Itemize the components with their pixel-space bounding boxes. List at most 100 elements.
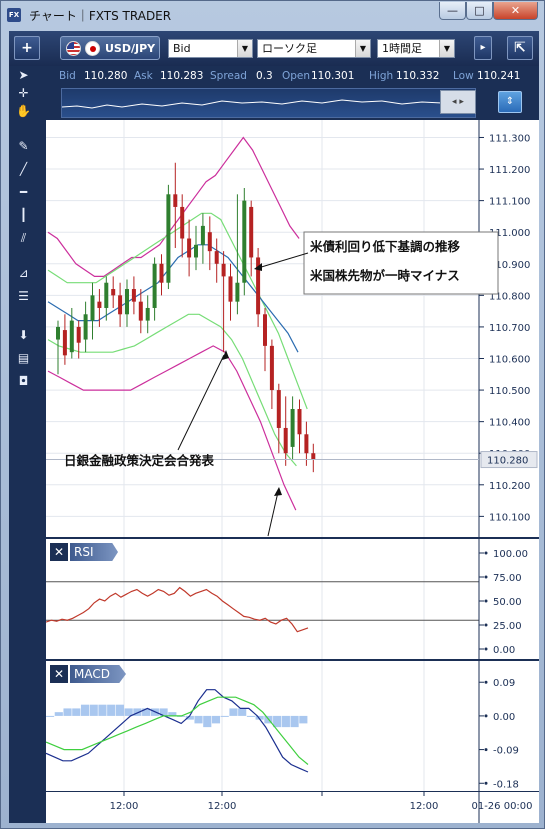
vertical-line-icon[interactable]: ┃ [15,207,32,224]
chart-window-content: + USD/JPY Bid ▼ ローソク足 ▼ 1時間足 ▼ ▸ ⇱ Bid 1… [9,31,539,823]
main-price-chart[interactable]: 111.300 111.200 111.100 111.000 110.900 110.8… [46,120,539,557]
price-tick-label: 110.500 [489,386,530,397]
candle-body [221,263,226,277]
price-type-select[interactable]: Bid ▼ [168,39,253,58]
add-chart-button[interactable]: + [14,36,40,60]
candle-body [131,289,136,302]
macd-panel-tag: ✕ MACD [50,665,130,683]
candle-body [173,194,178,207]
bollinger-lower-2sigma-line [47,345,297,511]
macd-tick-label: 0.00 [493,712,515,723]
bollinger-upper-1sigma-line [47,212,308,410]
chart-style-select[interactable]: ローソク足 ▼ [257,39,371,58]
annotation-arrow-4 [267,491,279,537]
candle-body [200,225,205,245]
horizontal-line-icon[interactable]: ━ [15,184,32,201]
candle-body [83,314,88,340]
app-logo-icon: FX [7,8,21,22]
ask-value: 110.283 [160,70,204,82]
price-tick-label: 110.200 [489,481,530,492]
spread-label: Spread [210,70,247,82]
overview-nav-buttons[interactable]: ◂ ▸ [440,90,476,114]
candle-body [152,263,157,308]
camera-icon[interactable]: ◘ [15,373,32,390]
candle-body [249,206,254,258]
pen-icon[interactable]: ✎ [15,138,32,155]
candle-body [297,409,302,435]
hand-icon[interactable]: ✋ [15,103,32,120]
open-value: 110.301 [311,70,355,82]
candle-body [311,453,316,460]
macd-histogram-bar [229,708,238,716]
timeframe-select[interactable]: 1時間足 ▼ [377,39,455,58]
close-rsi-panel-button[interactable]: ✕ [50,543,68,561]
jp-flag-icon [85,41,100,56]
macd-histogram-bar [299,715,308,724]
crosshair-icon[interactable]: ✛ [15,85,32,102]
candle-body [187,238,192,258]
low-value: 110.241 [477,70,521,82]
macd-histogram-bar [290,715,299,728]
macd-histogram-bar [281,715,290,728]
candle-body [180,206,185,239]
currency-pair-button[interactable]: USD/JPY [60,36,160,60]
macd-tick-label: -0.18 [493,779,519,790]
macd-histogram-bar [211,715,221,724]
chart-settings-button[interactable]: ⇕ [498,91,522,113]
macd-histogram-bar [194,715,203,724]
toolbar-scroll-button[interactable]: ▸ [474,36,492,60]
channel-icon[interactable]: ⫽ [15,230,32,247]
candle-body [235,282,240,302]
trendline-icon[interactable]: ╱ [15,161,32,178]
macd-histogram-bar [124,708,133,716]
timeframe-value: 1時間足 [382,42,422,55]
candle-body [76,326,81,343]
cursor-icon[interactable]: ➤ [15,67,32,84]
fan-icon[interactable]: ⊿ [15,265,32,282]
window-title: チャート｜FXTS TRADER [29,9,172,23]
rsi-tick-dot [484,551,488,555]
download-icon[interactable]: ⬇ [15,327,32,344]
detach-chart-button[interactable]: ⇱ [507,36,533,60]
close-macd-panel-button[interactable]: ✕ [50,665,68,683]
time-tick-label: 12:00 [110,801,139,812]
rsi-panel-tag: ✕ RSI [50,543,130,561]
title-bar[interactable]: FX チャート｜FXTS TRADER — □ ✕ [1,1,545,29]
candle-body [90,295,95,321]
candle-body [56,326,60,340]
rsi-tick-dot [484,647,488,651]
macd-panel-label: MACD [70,665,126,683]
macd-tick-dot [484,680,488,684]
list-icon[interactable]: ▤ [15,350,32,367]
candle-body [242,200,247,283]
rsi-tick-dot [484,623,488,627]
annotation-arrowhead-4 [274,487,282,496]
rsi-tick-label: 50.00 [493,597,522,608]
chart-toolbar: + USD/JPY Bid ▼ ローソク足 ▼ 1時間足 ▼ ▸ ⇱ [9,31,539,66]
macd-histogram-bar [220,715,229,717]
candle-body [207,232,212,252]
drawing-toolbar: ➤ ✛ ✋ ✎ ╱ ━ ┃ ⫽ ⊿ ☰ ⬇ ▤ ◘ [9,65,37,395]
candle-body [194,244,198,258]
fibonacci-icon[interactable]: ☰ [15,288,32,305]
chart-overview-scroller[interactable] [61,88,476,118]
spread-value: 0.3 [256,70,273,82]
currency-pair-label: USD/JPY [105,42,156,55]
quote-bar: Bid 110.280 Ask 110.283 Spread 0.3 Open … [53,66,539,86]
macd-histogram-bar [246,715,255,717]
chevron-down-icon: ▼ [355,40,370,57]
annotation-note-2: 米国株先物が一時マイナス [309,268,460,283]
macd-panel[interactable]: 0.09 0.00 -0.09 -0.18 ✕ MACD [45,661,539,791]
minimize-button[interactable]: — [439,2,466,20]
macd-histogram-bar [203,715,212,728]
macd-histogram-bar [72,708,81,716]
close-button[interactable]: ✕ [493,2,538,20]
macd-histogram-bar [238,708,247,716]
candle-body [276,390,281,428]
time-tick-label: 12:00 [208,801,237,812]
candle-body [283,427,288,454]
macd-tick-dot [484,714,488,718]
bollinger-upper-2sigma-line [47,136,300,277]
rsi-panel[interactable]: 100.00 75.00 50.00 25.00 0.00 ✕ RSI [45,539,539,659]
maximize-button[interactable]: □ [466,2,493,20]
